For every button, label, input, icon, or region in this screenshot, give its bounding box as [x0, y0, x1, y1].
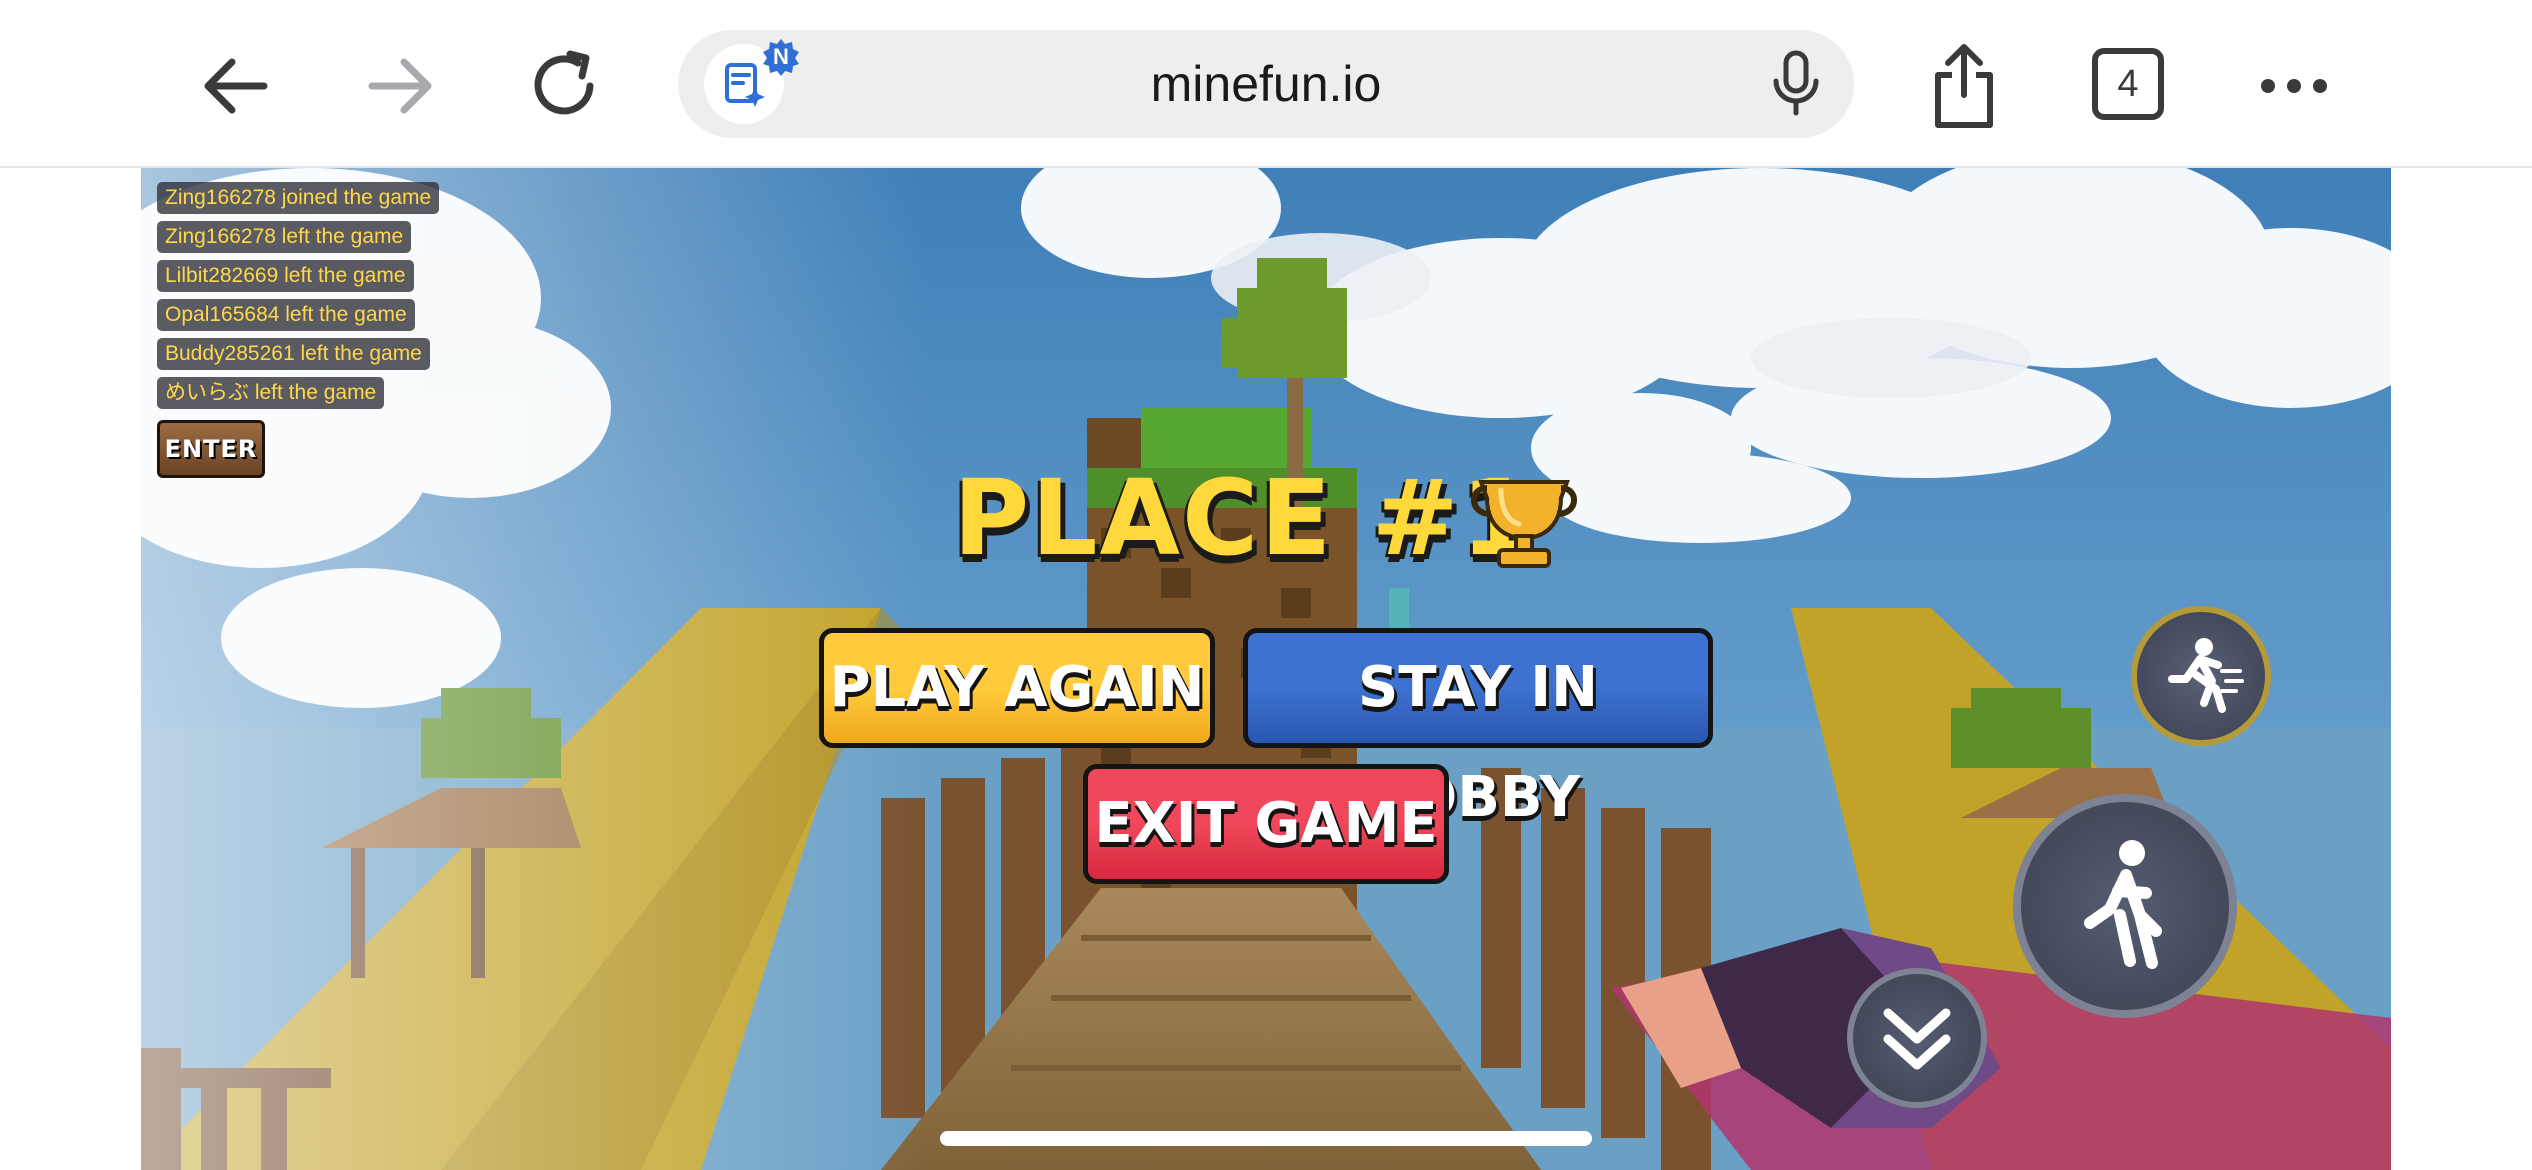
address-bar[interactable]: N minefun.io — [678, 30, 1854, 138]
jump-icon — [2084, 840, 2162, 969]
chat-log: Zing166278 joined the game Zing166278 le… — [157, 182, 440, 416]
reload-icon — [534, 50, 594, 115]
crouch-button[interactable] — [1847, 968, 1987, 1108]
exit-game-button[interactable]: EXIT GAME — [1083, 764, 1449, 884]
jump-button[interactable] — [2013, 794, 2237, 1018]
share-icon — [1935, 44, 1993, 128]
trophy-icon — [1471, 480, 1577, 568]
more-button[interactable] — [2246, 38, 2342, 134]
chat-enter-button[interactable]: ENTER — [157, 420, 265, 478]
play-again-button[interactable]: PLAY AGAIN — [819, 628, 1215, 748]
back-button[interactable] — [188, 38, 284, 134]
place-title: PLACE #1 — [953, 457, 1536, 579]
chat-message: Lilbit282669 left the game — [157, 260, 414, 292]
chat-message: めいらぶ left the game — [157, 377, 385, 409]
back-arrow-icon — [204, 58, 268, 114]
voice-search-button[interactable] — [1758, 46, 1834, 122]
tabs-button[interactable]: 4 — [2092, 48, 2164, 120]
home-indicator[interactable] — [940, 1131, 1592, 1146]
crouch-icon — [1883, 1008, 1951, 1070]
chat-message: Zing166278 left the game — [157, 221, 412, 253]
url-text[interactable]: minefun.io — [678, 30, 1854, 138]
reload-button[interactable] — [518, 38, 614, 134]
forward-button[interactable] — [352, 38, 448, 134]
screen: N minefun.io 4 Zing166278 joined the gam… — [0, 0, 2532, 1170]
sprint-icon — [2168, 638, 2244, 713]
sprint-button[interactable] — [2131, 606, 2271, 746]
microphone-icon — [1773, 50, 1819, 116]
chat-message: Zing166278 joined the game — [157, 182, 440, 214]
stay-in-lobby-button[interactable]: STAY IN LOBBY — [1243, 628, 1713, 830]
share-button[interactable] — [1916, 38, 2012, 134]
chat-message: Buddy285261 left the game — [157, 338, 430, 370]
browser-toolbar: N minefun.io 4 — [0, 0, 2532, 168]
more-icon — [2261, 79, 2327, 93]
chat-message: Opal165684 left the game — [157, 299, 415, 331]
forward-arrow-icon — [368, 58, 432, 114]
game-canvas[interactable]: Zing166278 joined the game Zing166278 le… — [141, 168, 2391, 1170]
